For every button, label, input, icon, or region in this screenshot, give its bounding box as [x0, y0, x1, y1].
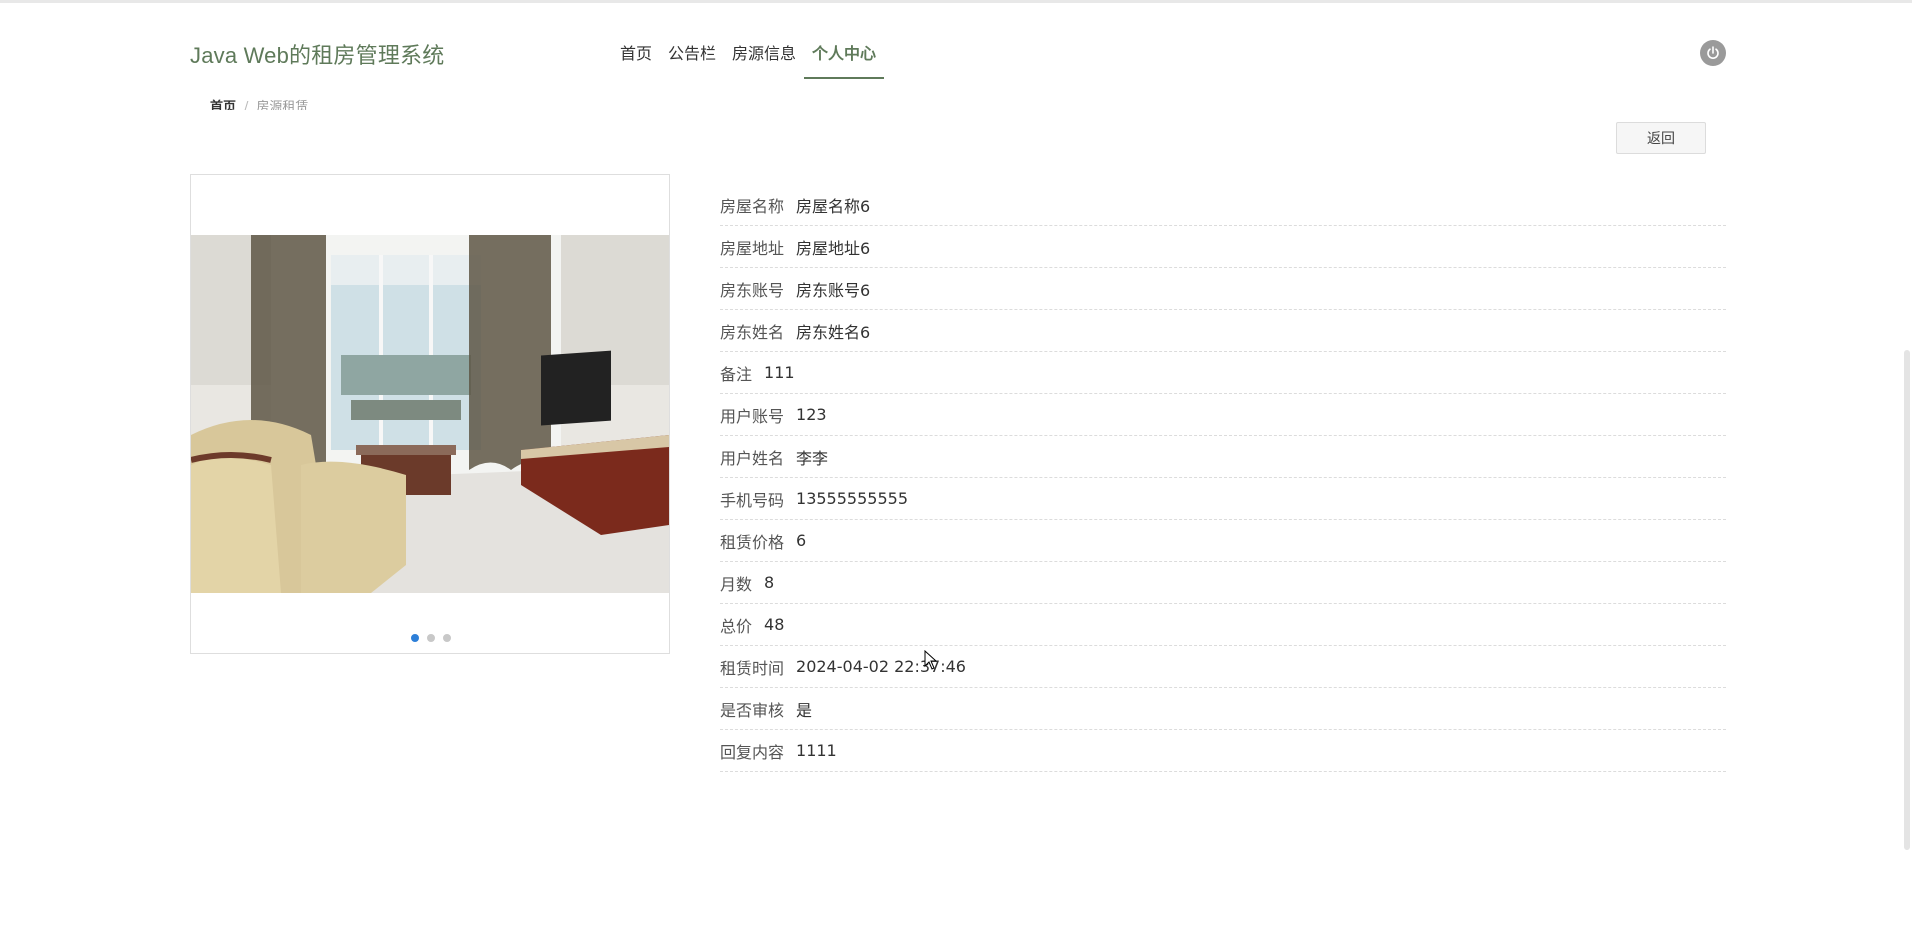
site-title: Java Web的租房管理系统: [190, 43, 445, 68]
detail-value: 房屋名称6: [796, 196, 871, 216]
header: Java Web的租房管理系统 首页 公告栏 房源信息 个人中心: [0, 3, 1912, 79]
detail-label: 租赁价格: [720, 532, 785, 552]
detail-label: 回复内容: [720, 742, 785, 762]
detail-label: 房屋地址: [720, 238, 785, 258]
detail-row-reviewed: 是否审核 是: [720, 688, 1726, 730]
carousel-slide-image: [191, 235, 669, 593]
detail-row-house-address: 房屋地址 房屋地址6: [720, 226, 1726, 268]
detail-row-landlord-name: 房东姓名 房东姓名6: [720, 310, 1726, 352]
breadcrumb-separator: /: [244, 100, 249, 110]
detail-row-house-name: 房屋名称 房屋名称6: [720, 184, 1726, 226]
detail-label: 房东账号: [720, 280, 785, 300]
nav-item-houses[interactable]: 房源信息: [724, 33, 804, 79]
detail-row-phone: 手机号码 13555555555: [720, 478, 1726, 520]
detail-label: 备注: [720, 364, 753, 384]
detail-value: 48: [764, 615, 785, 634]
detail-value: 房东姓名6: [796, 322, 871, 342]
detail-row-total-price: 总价 48: [720, 604, 1726, 646]
detail-label: 总价: [720, 616, 753, 636]
detail-value: 123: [796, 405, 827, 424]
breadcrumb-home[interactable]: 首页: [210, 100, 236, 110]
detail-value: 111: [764, 363, 795, 382]
nav-item-home[interactable]: 首页: [612, 33, 660, 79]
breadcrumb: 首页 / 房源租赁: [210, 96, 308, 110]
detail-value: 8: [764, 573, 775, 592]
logout-button[interactable]: [1700, 40, 1726, 66]
back-button[interactable]: 返回: [1616, 122, 1706, 154]
detail-value: 是: [796, 700, 813, 720]
detail-label: 房东姓名: [720, 322, 785, 342]
detail-label: 用户姓名: [720, 448, 785, 468]
breadcrumb-current: 房源租赁: [256, 100, 309, 110]
detail-row-remark: 备注 111: [720, 352, 1726, 394]
detail-row-rent-time: 租赁时间 2024-04-02 22:37:46: [720, 646, 1726, 688]
detail-value: 13555555555: [796, 489, 908, 508]
power-icon: [1707, 46, 1719, 59]
detail-value: 6: [796, 531, 807, 550]
carousel-dot-3[interactable]: [443, 634, 451, 642]
house-details: 房屋名称 房屋名称6 房屋地址 房屋地址6 房东账号 房东账号6 房东姓名 房东…: [720, 184, 1726, 772]
mouse-cursor-icon: [924, 650, 938, 670]
nav-item-profile[interactable]: 个人中心: [804, 33, 885, 79]
carousel-dot-1[interactable]: [411, 634, 419, 642]
image-carousel[interactable]: [190, 174, 670, 654]
detail-row-reply: 回复内容 1111: [720, 730, 1726, 772]
detail-row-rent-price: 租赁价格 6: [720, 520, 1726, 562]
detail-row-user-name: 用户姓名 李李: [720, 436, 1726, 478]
detail-label: 用户账号: [720, 406, 785, 426]
detail-value: 房屋地址6: [796, 238, 871, 258]
carousel-dot-2[interactable]: [427, 634, 435, 642]
detail-row-landlord-account: 房东账号 房东账号6: [720, 268, 1726, 310]
detail-label: 是否审核: [720, 700, 785, 720]
nav-item-notice[interactable]: 公告栏: [660, 33, 724, 79]
page-scrollbar[interactable]: [1904, 350, 1910, 850]
detail-value: 2024-04-02 22:37:46: [796, 657, 966, 676]
detail-value: 1111: [796, 741, 837, 760]
detail-label: 房屋名称: [720, 196, 785, 216]
detail-label: 手机号码: [720, 490, 785, 510]
detail-label: 月数: [720, 574, 753, 594]
detail-value: 房东账号6: [796, 280, 871, 300]
main-nav: 首页 公告栏 房源信息 个人中心: [612, 33, 885, 79]
detail-row-months: 月数 8: [720, 562, 1726, 604]
detail-row-user-account: 用户账号 123: [720, 394, 1726, 436]
carousel-dots: [411, 634, 451, 642]
detail-label: 租赁时间: [720, 658, 785, 678]
detail-value: 李李: [796, 448, 829, 468]
